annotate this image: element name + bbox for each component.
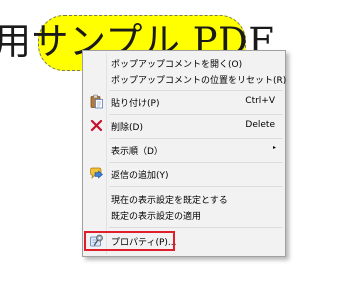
menu-item-shortcut: Delete [245, 120, 275, 130]
menu-item-label: ポップアップコメントの位置をリセット(R) [111, 76, 287, 86]
context-menu: ポップアップコメントを開く(O) ポップアップコメントの位置をリセット(R) 貼… [82, 50, 286, 257]
menu-item-add-reply[interactable]: 返信の追加(Y) [83, 165, 285, 183]
submenu-arrow-icon: ▸ [272, 144, 276, 151]
menu-item-apply-default-display[interactable]: 既定の表示設定の適用 [83, 206, 285, 224]
menu-item-label: 貼り付け(P) [111, 99, 160, 109]
menu-item-label: ポップアップコメントを開く(O) [111, 60, 243, 70]
menu-separator [109, 138, 283, 139]
menu-item-shortcut: Ctrl+V [245, 96, 275, 106]
menu-item-label: 表示順（D） [111, 147, 163, 157]
menu-item-paste[interactable]: 貼り付け(P) Ctrl+V [83, 93, 285, 111]
menu-item-label: 削除(D) [111, 123, 143, 133]
menu-separator [109, 162, 283, 163]
delete-icon [89, 118, 104, 133]
menu-item-label: 現在の表示設定を既定とする [111, 196, 228, 206]
paste-icon [89, 94, 104, 109]
menu-separator [109, 186, 283, 187]
menu-separator [109, 90, 283, 91]
reply-icon [89, 166, 104, 181]
menu-item-reset-popup-position[interactable]: ポップアップコメントの位置をリセット(R) [83, 70, 287, 88]
menu-item-delete[interactable]: 削除(D) Delete [83, 117, 285, 135]
menu-separator [109, 114, 283, 115]
menu-item-label: 返信の追加(Y) [111, 171, 169, 181]
menu-separator [109, 227, 283, 228]
properties-emphasis-box [84, 231, 175, 251]
menu-item-label: 既定の表示設定の適用 [111, 212, 202, 222]
menu-item-display-order[interactable]: 表示順（D） ▸ [83, 141, 285, 159]
